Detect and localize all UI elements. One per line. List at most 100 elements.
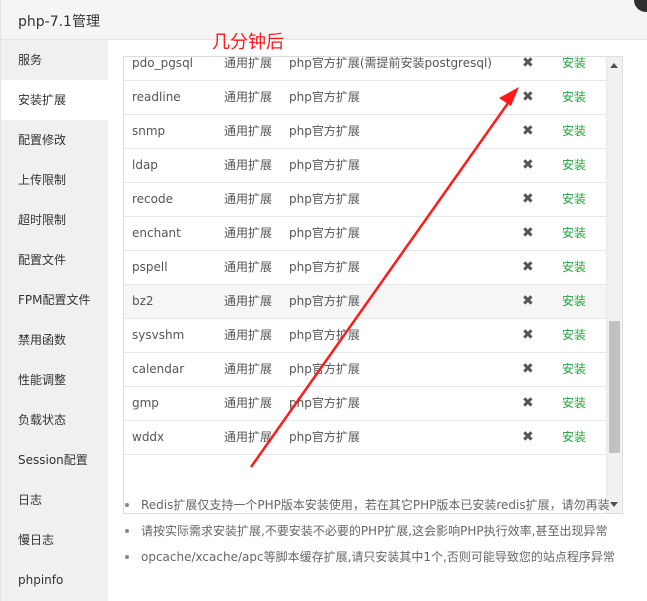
extension-type: 通用扩展 [224, 90, 273, 104]
install-button[interactable]: 安装 [562, 353, 586, 386]
extension-description: php官方扩展 [289, 430, 360, 444]
sidebar-item[interactable]: 配置修改 [1, 120, 108, 160]
content-panel: pdo_pgsql 通用扩展 php官方扩展(需提前安装postgresql) ✖ 安装… [108, 40, 647, 601]
table-row: pdo_pgsql 通用扩展 php官方扩展(需提前安装postgresql) ✖ 安装 [124, 56, 607, 81]
window-title: php-7.1管理 [18, 14, 100, 30]
extension-type: 通用扩展 [224, 396, 273, 410]
note-item: opcache/xcache/apc等脚本缓存扩展,请只安装其中1个,否则可能导… [123, 544, 633, 570]
php-manager-window: php-7.1管理 服务 安装扩展 配置修改 上传限制 超时限制 配置文件 FPM配置文件禁… [0, 0, 647, 601]
extension-type: 通用扩展 [224, 124, 273, 138]
extension-name: sysvshm [132, 328, 185, 342]
extension-description: php官方扩展 [289, 328, 360, 342]
sidebar-item[interactable]: 性能调整 [1, 360, 108, 400]
note-item: Redis扩展仅支持一个PHP版本安装使用，若在其它PHP版本已安装redis扩… [123, 492, 633, 518]
install-button[interactable]: 安装 [562, 81, 586, 114]
scroll-up-arrow-icon[interactable] [610, 63, 618, 68]
sidebar-item[interactable]: 负载状态 [1, 400, 108, 440]
scrollbar-thumb[interactable] [609, 321, 620, 453]
extension-type: 通用扩展 [224, 430, 273, 444]
close-icon[interactable] [634, 0, 647, 12]
extension-type: 通用扩展 [224, 192, 273, 206]
extension-description: php官方扩展 [289, 158, 360, 172]
sidebar-item[interactable]: 日志 [1, 480, 108, 520]
extension-name: pdo_pgsql [132, 56, 194, 70]
cross-icon: ✖ [522, 429, 534, 445]
extension-type: 通用扩展 [224, 294, 273, 308]
cross-icon: ✖ [522, 157, 534, 173]
cross-icon: ✖ [522, 395, 534, 411]
extension-name: snmp [132, 124, 166, 138]
extension-description: php官方扩展 [289, 362, 360, 376]
install-button[interactable]: 安装 [562, 115, 586, 148]
extension-description: php官方扩展 [289, 294, 360, 308]
extension-name: enchant [132, 226, 181, 240]
extension-type: 通用扩展 [224, 362, 273, 376]
cross-icon: ✖ [522, 191, 534, 207]
extension-name: ldap [132, 158, 158, 172]
extension-name: recode [132, 192, 173, 206]
sidebar-item[interactable]: 安装扩展 [1, 80, 108, 120]
table-row: snmp 通用扩展 php官方扩展 ✖ 安装 [124, 115, 607, 149]
cross-icon: ✖ [522, 293, 534, 309]
table-row: ldap 通用扩展 php官方扩展 ✖ 安装 [124, 149, 607, 183]
extension-description: php官方扩展(需提前安装postgresql) [289, 56, 492, 70]
sidebar-item[interactable]: 服务 [1, 40, 108, 80]
cross-icon: ✖ [522, 89, 534, 105]
extension-name: calendar [132, 362, 185, 376]
extension-description: php官方扩展 [289, 192, 360, 206]
table-row: enchant 通用扩展 php官方扩展 ✖ 安装 [124, 217, 607, 251]
sidebar-item[interactable]: phpinfo [1, 560, 108, 600]
install-button[interactable]: 安装 [562, 183, 586, 216]
cross-icon: ✖ [522, 361, 534, 377]
extension-type: 通用扩展 [224, 260, 273, 274]
extension-name: wddx [132, 430, 165, 444]
extension-type: 通用扩展 [224, 226, 273, 240]
sidebar: 服务 安装扩展 配置修改 上传限制 超时限制 配置文件 FPM配置文件 禁用函数 性能调整 负载状… [1, 40, 108, 601]
install-button[interactable]: 安装 [562, 319, 586, 352]
scrollbar[interactable] [606, 57, 622, 513]
extension-type: 通用扩展 [224, 56, 273, 70]
cross-icon: ✖ [522, 123, 534, 139]
cross-icon: ✖ [522, 259, 534, 275]
note-item: 请按实际需求安装扩展,不要安装不必要的PHP扩展,这会影响PHP执行效率,甚至出… [123, 518, 633, 544]
extension-type: 通用扩展 [224, 328, 273, 342]
install-button[interactable]: 安装 [562, 421, 586, 454]
title-bar[interactable]: php-7.1管理 [1, 0, 647, 40]
sidebar-item[interactable]: 上传限制 [1, 160, 108, 200]
table-row: recode 通用扩展 php官方扩展 ✖ 安装 [124, 183, 607, 217]
extensions-table: pdo_pgsql 通用扩展 php官方扩展(需提前安装postgresql) ✖ 安装… [123, 56, 623, 514]
cross-icon: ✖ [522, 225, 534, 241]
cross-icon: ✖ [522, 327, 534, 343]
annotation-text: 几分钟后 [212, 32, 284, 53]
install-button[interactable]: 安装 [562, 387, 586, 420]
install-button[interactable]: 安装 [562, 251, 586, 284]
extension-description: php官方扩展 [289, 226, 360, 240]
extension-name: gmp [132, 396, 159, 410]
sidebar-item[interactable]: 配置文件 [1, 240, 108, 280]
table-row: pspell 通用扩展 php官方扩展 ✖ 安装 [124, 251, 607, 285]
table-row: gmp 通用扩展 php官方扩展 ✖ 安装 [124, 387, 607, 421]
table-row: readline 通用扩展 php官方扩展 ✖ 安装 [124, 81, 607, 115]
extension-type: 通用扩展 [224, 158, 273, 172]
extension-description: php官方扩展 [289, 124, 360, 138]
cross-icon: ✖ [522, 56, 534, 71]
install-button[interactable]: 安装 [562, 285, 586, 318]
sidebar-item[interactable]: Session配置 [1, 440, 108, 480]
extension-name: pspell [132, 260, 168, 274]
sidebar-item[interactable]: 慢日志 [1, 520, 108, 560]
extension-description: php官方扩展 [289, 396, 360, 410]
sidebar-item[interactable]: 禁用函数 [1, 320, 108, 360]
sidebar-item[interactable]: 超时限制 [1, 200, 108, 240]
sidebar-item[interactable]: FPM配置文件 [1, 280, 108, 320]
extension-description: php官方扩展 [289, 90, 360, 104]
install-button[interactable]: 安装 [562, 149, 586, 182]
extension-name: readline [132, 90, 181, 104]
install-button[interactable]: 安装 [562, 57, 586, 80]
table-row: wddx 通用扩展 php官方扩展 ✖ 安装 [124, 421, 607, 455]
extension-description: php官方扩展 [289, 260, 360, 274]
install-button[interactable]: 安装 [562, 217, 586, 250]
table-row: calendar 通用扩展 php官方扩展 ✖ 安装 [124, 353, 607, 387]
table-row: sysvshm 通用扩展 php官方扩展 ✖ 安装 [124, 319, 607, 353]
extension-name: bz2 [132, 294, 154, 308]
extensions-list: pdo_pgsql 通用扩展 php官方扩展(需提前安装postgresql) ✖ 安装… [124, 56, 607, 455]
